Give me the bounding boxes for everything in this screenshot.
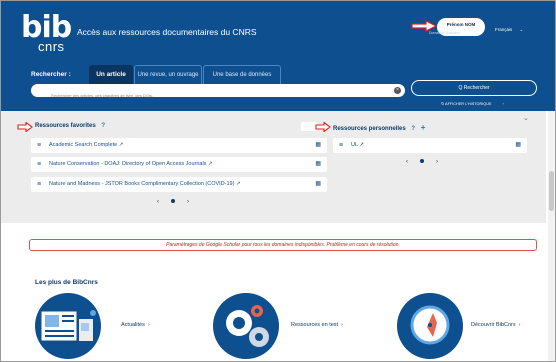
favorite-item-label: Nature and Madness - JSTOR Books Complim…	[49, 181, 241, 187]
feature-decouvrir[interactable]: Découvrir BibCnrs ›	[471, 322, 520, 328]
header: bib cnrs Accès aux ressources documentai…	[1, 1, 555, 111]
compass-icon[interactable]	[397, 293, 463, 359]
search-label: Rechercher :	[31, 71, 71, 78]
site-tagline: Accès aux ressources documentaires du CN…	[77, 27, 257, 37]
drag-handle-icon[interactable]: ≡	[37, 157, 43, 172]
language-label: Français	[495, 27, 513, 32]
chevron-right-icon: ›	[341, 322, 343, 328]
user-domains-label: Domaines autorisés :	[429, 31, 462, 35]
tab-database[interactable]: Une base de données	[203, 65, 281, 84]
user-institute: INSB	[462, 31, 472, 35]
chevron-right-icon: ›	[147, 322, 150, 328]
trash-icon[interactable]: ▦	[515, 138, 521, 153]
favorite-item-label: Nature Conservation - DOAJ: Directory of…	[49, 161, 213, 167]
feature-actualites[interactable]: Actualités ›	[121, 322, 150, 328]
collapse-chevron-icon[interactable]: ⌄	[523, 114, 529, 122]
trash-icon[interactable]: ▦	[315, 177, 321, 192]
alert-banner: Paramétrages de Google Scholar pour tous…	[29, 239, 537, 251]
personal-pager: ‹ ›	[406, 159, 438, 165]
prev-page-icon[interactable]: ‹	[157, 199, 159, 205]
external-link-icon: ↗	[235, 181, 241, 187]
chevron-right-icon: ›	[518, 322, 521, 328]
feature-ressources-test[interactable]: Ressources en test ›	[291, 322, 343, 328]
plus-section-title: Les plus de BibCnrs	[35, 279, 98, 286]
search-input[interactable]	[31, 89, 361, 102]
history-link[interactable]: ↻ AFFICHER L'HISTORIQUE ›	[441, 101, 504, 106]
drag-handle-icon[interactable]: ≡	[37, 177, 43, 192]
personal-title-text: Ressources personnelles	[333, 126, 406, 132]
user-domains: Domaines autorisés : INSB	[429, 31, 471, 35]
clear-search-icon[interactable]: ×	[394, 87, 401, 94]
favorite-item[interactable]: ≡ Nature Conservation - DOAJ: Directory …	[31, 157, 327, 172]
favorites-title: Ressources favorites ?	[35, 123, 105, 129]
chevron-down-icon: ⌄	[519, 27, 524, 32]
drag-handle-icon[interactable]: ≡	[339, 138, 345, 153]
external-link-icon: ↗	[359, 142, 364, 148]
prev-page-icon[interactable]: ‹	[406, 159, 408, 165]
chevron-right-icon: ›	[502, 102, 504, 106]
bibcnrs-logo[interactable]: bib cnrs	[21, 10, 72, 54]
search-button[interactable]: Q Rechercher	[411, 80, 537, 96]
favorite-item-label: Academic Search Complete ↗	[49, 142, 124, 148]
tab-article[interactable]: Un article	[89, 65, 133, 84]
next-page-icon[interactable]: ›	[436, 159, 438, 165]
add-personal-resource-icon[interactable]: +	[421, 123, 426, 132]
trash-icon[interactable]: ▦	[315, 138, 321, 153]
gears-icon[interactable]	[213, 293, 279, 359]
personal-item[interactable]: ≡ UL ↗ ▦	[333, 138, 527, 153]
user-name: Prénom NOM	[446, 22, 476, 27]
language-select[interactable]: Français ⌄	[495, 27, 523, 33]
drag-handle-icon[interactable]: ≡	[37, 138, 43, 153]
next-page-icon[interactable]: ›	[187, 199, 189, 205]
favorites-help-icon[interactable]: ?	[101, 123, 105, 129]
logo-main: bib	[21, 10, 72, 45]
red-arrow-icon	[17, 122, 33, 132]
favorites-title-text: Ressources favorites	[35, 123, 96, 129]
tab-journal-book[interactable]: Une revue, un ouvrage	[134, 65, 202, 84]
search-box: ×	[31, 84, 405, 102]
red-arrow-icon	[315, 122, 331, 132]
page-dot[interactable]	[420, 159, 424, 164]
scrollbar[interactable]	[548, 111, 555, 361]
page: bib cnrs Accès aux ressources documentai…	[0, 0, 556, 362]
favorite-item[interactable]: ≡ Nature and Madness - JSTOR Books Compl…	[31, 177, 327, 192]
trash-icon[interactable]: ▦	[315, 157, 321, 172]
history-label: AFFICHER L'HISTORIQUE	[445, 102, 492, 106]
personal-title: Ressources personnelles ? +	[333, 123, 425, 132]
personal-help-icon[interactable]: ?	[411, 126, 415, 132]
newspaper-icon[interactable]	[35, 293, 101, 359]
external-link-icon: ↗	[207, 161, 213, 167]
favorites-pager: ‹ ›	[157, 199, 189, 205]
favorite-item[interactable]: ≡ Academic Search Complete ↗ ▦	[31, 138, 327, 153]
personal-item-label: UL ↗	[351, 142, 364, 148]
history-icon: ↻	[441, 102, 445, 106]
scrollbar-thumb[interactable]	[549, 171, 554, 211]
external-link-icon: ↗	[118, 142, 124, 148]
page-dot[interactable]	[171, 199, 175, 204]
